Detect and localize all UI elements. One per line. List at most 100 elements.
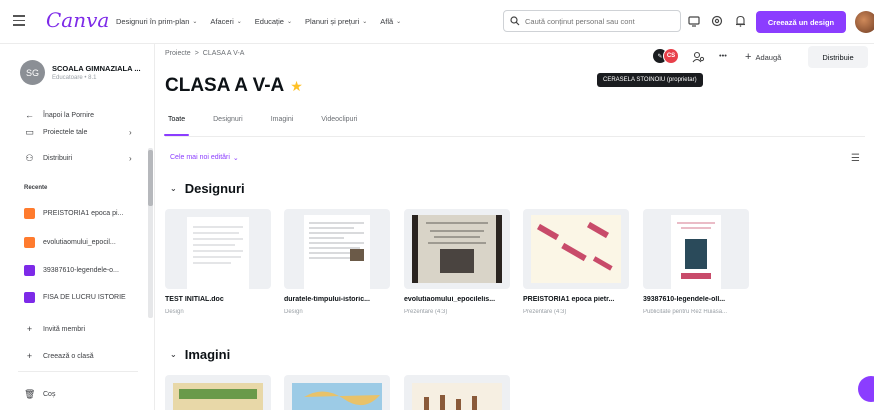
- star-icon[interactable]: ★: [290, 78, 303, 95]
- nav-education[interactable]: Educație ⌄: [255, 17, 292, 26]
- sidebar: SG SCOALA GIMNAZIALA ... Educatoare • 8.…: [0, 44, 155, 410]
- search-input[interactable]: [525, 16, 675, 26]
- invite-members-button[interactable]: + Invită membri: [24, 324, 85, 334]
- nav-pricing[interactable]: Planuri și prețuri ⌄: [305, 17, 367, 26]
- top-nav: Designuri în prim-plan ⌄ Afaceri ⌄ Educați…: [116, 17, 401, 26]
- tabs-divider: [165, 136, 865, 137]
- create-class-button[interactable]: + Creează o clasă: [24, 351, 94, 361]
- nav-featured-designs[interactable]: Designuri în prim-plan ⌄: [116, 17, 197, 26]
- image-thumbnail: [292, 383, 382, 410]
- sort-dropdown[interactable]: Cele mai noi editări ⌄: [170, 154, 239, 162]
- more-options-button[interactable]: •••: [719, 51, 727, 60]
- people-settings-icon[interactable]: [692, 51, 705, 63]
- recent-item[interactable]: FISA DE LUCRU ISTORIE: [24, 292, 126, 303]
- document-thumbnail: [304, 215, 370, 289]
- chevron-down-icon: ⌄: [286, 19, 292, 25]
- list-view-icon[interactable]: ☰: [851, 153, 860, 164]
- chevron-right-icon: ›: [129, 128, 132, 137]
- menu-icon[interactable]: [13, 15, 25, 26]
- owner-avatars[interactable]: ✎ CS: [652, 48, 679, 64]
- help-button[interactable]: [858, 376, 874, 402]
- design-card-thumbnail[interactable]: [404, 209, 510, 289]
- chevron-down-icon: ⌄: [232, 155, 239, 162]
- tab-images[interactable]: Imagini: [271, 116, 294, 136]
- presentation-thumbnail: [531, 215, 621, 283]
- design-card-thumbnail[interactable]: [165, 209, 271, 289]
- image-card-thumbnail[interactable]: [284, 375, 390, 410]
- settings-icon[interactable]: [709, 13, 725, 29]
- back-to-home-link[interactable]: ← Înapoi la Pornire: [24, 110, 94, 120]
- breadcrumb-separator: >: [194, 50, 199, 57]
- chevron-down-icon: ⌄: [396, 19, 402, 25]
- search-box[interactable]: [503, 10, 681, 32]
- image-thumbnail: [412, 383, 502, 410]
- search-icon: [510, 16, 520, 26]
- chevron-down-icon: ⌄: [170, 350, 177, 359]
- design-card-title[interactable]: evolutiaomului_epocilelis...: [404, 296, 512, 303]
- recent-item[interactable]: PREISTORIA1 epoca pi...: [24, 208, 123, 219]
- breadcrumb-projects[interactable]: Proiecte: [165, 50, 191, 57]
- design-card-type: Design: [284, 309, 303, 315]
- document-icon: [24, 265, 35, 276]
- share-button[interactable]: Distribuie: [808, 46, 868, 68]
- sidebar-scroll-thumb[interactable]: [148, 150, 153, 206]
- nav-learn[interactable]: Află ⌄: [380, 17, 401, 26]
- breadcrumb-current: CLASA A V-A: [202, 50, 245, 57]
- monitor-icon[interactable]: [686, 13, 702, 29]
- design-card-title[interactable]: duratele-timpului-istoric...: [284, 296, 392, 303]
- image-card-thumbnail[interactable]: [165, 375, 271, 410]
- sidebar-divider: [18, 371, 138, 372]
- document-thumbnail: [671, 215, 721, 289]
- top-bar: Canva Designuri în prim-plan ⌄ Afaceri ⌄ E…: [0, 0, 874, 44]
- sidebar-item-shared[interactable]: ⚇ Distribuiri ›: [24, 153, 131, 164]
- plus-icon: +: [745, 51, 752, 63]
- nav-business[interactable]: Afaceri ⌄: [210, 17, 241, 26]
- design-card-title[interactable]: 39387610-legendele-oll...: [643, 296, 751, 303]
- section-images[interactable]: ⌄ Imagini: [170, 347, 230, 362]
- design-card-type: Publicitate pentru Rez Huiasa...: [643, 309, 728, 315]
- breadcrumb: Proiecte > CLASA A V-A: [165, 50, 244, 57]
- design-card-thumbnail[interactable]: [284, 209, 390, 289]
- org-switcher[interactable]: SG SCOALA GIMNAZIALA ... Educatoare • 8.…: [20, 60, 141, 85]
- recent-heading: Recente: [24, 185, 48, 191]
- design-card-type: Prezentare (4:3): [404, 309, 448, 315]
- plus-icon: +: [26, 324, 33, 334]
- create-design-button[interactable]: Creează un design: [756, 11, 846, 33]
- chevron-down-icon: ⌄: [192, 19, 198, 25]
- presentation-icon: [24, 208, 35, 219]
- chevron-down-icon: ⌄: [362, 19, 368, 25]
- image-card-thumbnail[interactable]: [404, 375, 510, 410]
- chevron-down-icon: ⌄: [236, 19, 242, 25]
- chevron-down-icon: ⌄: [170, 184, 177, 193]
- design-card-title[interactable]: PREISTORIA1 epoca pietr...: [523, 296, 631, 303]
- design-card-type: Design: [165, 309, 184, 315]
- org-avatar: SG: [20, 60, 45, 85]
- design-card-thumbnail[interactable]: [523, 209, 629, 289]
- presentation-thumbnail: [412, 215, 502, 283]
- chevron-right-icon: ›: [129, 154, 132, 163]
- sidebar-item-projects[interactable]: ▭ Proiectele tale ›: [24, 127, 131, 138]
- tab-all[interactable]: Toate: [163, 116, 190, 136]
- bell-icon[interactable]: [732, 13, 748, 29]
- recent-item[interactable]: evolutiaomului_epocil...: [24, 237, 116, 248]
- section-designs[interactable]: ⌄ Designuri: [170, 181, 245, 196]
- trash-link[interactable]: 🗑 Coș: [24, 389, 55, 400]
- tab-videos[interactable]: Videoclipuri: [321, 116, 357, 136]
- presentation-icon: [24, 237, 35, 248]
- plus-icon: +: [26, 351, 33, 361]
- recent-item[interactable]: 39387610-legendele-o...: [24, 265, 119, 276]
- owner-tooltip: CERASELA STOINOIU (proprietar): [597, 73, 703, 87]
- document-icon: [24, 292, 35, 303]
- owner-avatar: CS: [663, 48, 679, 64]
- design-card-type: Prezentare (4:3): [523, 309, 567, 315]
- design-card-title[interactable]: TEST INITIAL.doc: [165, 296, 273, 303]
- design-card-thumbnail[interactable]: [643, 209, 749, 289]
- canva-logo[interactable]: Canva: [46, 8, 109, 32]
- tab-designs[interactable]: Designuri: [213, 116, 243, 136]
- arrow-left-icon: ←: [25, 110, 34, 120]
- document-thumbnail: [187, 217, 249, 289]
- people-icon: ⚇: [25, 153, 34, 163]
- add-button[interactable]: + Adaugă: [745, 51, 781, 63]
- image-thumbnail: [173, 383, 263, 410]
- user-avatar[interactable]: [855, 11, 874, 33]
